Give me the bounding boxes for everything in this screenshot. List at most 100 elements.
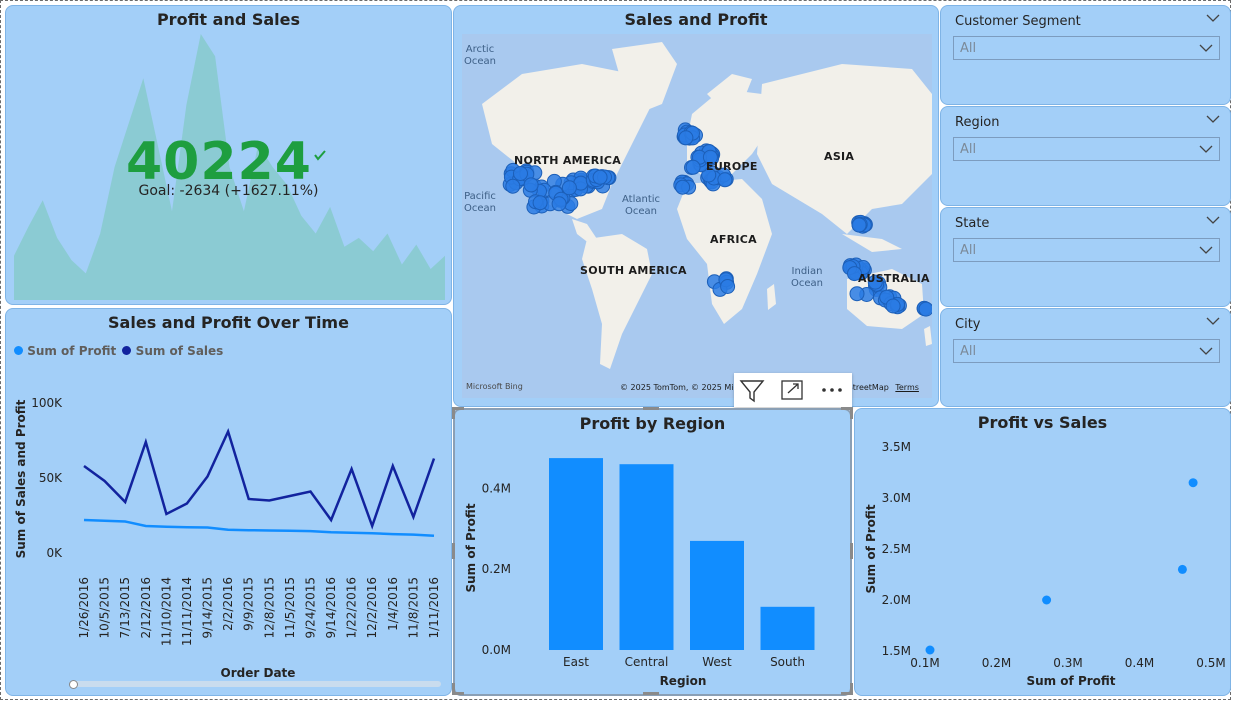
map-canvas[interactable]: Arctic Ocean Pacific Ocean Atlantic Ocea… — [462, 34, 932, 398]
slicer-label: City — [955, 317, 981, 332]
more-options-button[interactable] — [814, 373, 850, 407]
x-tick-label: 0.1M — [910, 656, 939, 670]
chevron-down-icon — [1199, 347, 1213, 355]
europe-label: EUROPE — [706, 160, 758, 173]
x-tick-label: 2/2/2016 — [221, 577, 235, 631]
slicer-city[interactable]: City All — [940, 308, 1231, 407]
resize-handle[interactable] — [850, 683, 853, 695]
map-visual[interactable]: Sales and Profit Arctic Ocean Pacific Oc… — [453, 5, 939, 407]
map-bubble — [513, 166, 528, 181]
x-tick-label: 1/4/2016 — [386, 577, 400, 631]
scrollbar-thumb-handle[interactable] — [69, 680, 78, 689]
resize-handle[interactable] — [452, 692, 464, 695]
y-tick-label: 0.2M — [482, 562, 511, 576]
y-tick-label: 2.0M — [882, 593, 911, 607]
bar-chart-visual[interactable]: Profit by Region 0.0M 0.2M 0.4M East Central… — [453, 408, 852, 696]
x-tick-label: 1/11/2016 — [427, 577, 441, 639]
report-canvas: Profit and Sales 40224 Goal: -2634 (+162… — [0, 0, 1231, 700]
y-tick-label: 50K — [39, 471, 63, 485]
focus-mode-icon — [781, 380, 803, 400]
scatter-point — [1042, 595, 1052, 605]
resize-handle[interactable] — [850, 543, 853, 559]
map-bubbles[interactable] — [462, 34, 932, 398]
scatter-chart-visual[interactable]: Profit vs Sales 1.5M 2.0M 2.5M 3.0M 3.5M 0.1M… — [854, 408, 1231, 696]
bar-central — [619, 464, 674, 650]
x-tick-label: South — [770, 655, 805, 669]
scatter-point — [925, 645, 935, 655]
x-tick-label: 0.2M — [982, 656, 1011, 670]
x-tick-label: 0.4M — [1125, 656, 1154, 670]
horizontal-scrollbar[interactable] — [69, 680, 441, 689]
x-axis-title: Sum of Profit — [1026, 674, 1115, 688]
scatter-point — [1177, 564, 1187, 574]
slicer-value: All — [960, 243, 977, 258]
x-tick-label: 11/5/2015 — [283, 577, 297, 639]
map-bubble — [717, 172, 733, 188]
slicer-region[interactable]: Region All — [940, 106, 1231, 206]
chevron-down-icon — [1199, 44, 1213, 52]
kpi-visual[interactable]: Profit and Sales 40224 Goal: -2634 (+162… — [5, 5, 452, 305]
slicer-dropdown[interactable]: All — [953, 339, 1220, 363]
pacific-ocean-label: Pacific Ocean — [464, 191, 496, 214]
bing-logo: Microsoft Bing — [466, 382, 523, 391]
bar-west — [690, 540, 744, 650]
resize-handle[interactable] — [850, 407, 853, 419]
chevron-down-icon — [1199, 145, 1213, 153]
scatter-point — [1188, 478, 1198, 488]
chevron-down-icon[interactable] — [1206, 214, 1220, 226]
scatter-chart-plot: 1.5M 2.0M 2.5M 3.0M 3.5M 0.1M 0.2M 0.3M 0.4M 0.5M… — [864, 440, 1226, 688]
atlantic-ocean-label: Atlantic Ocean — [621, 194, 661, 217]
x-tick-label: 11/8/2015 — [406, 577, 420, 639]
slicer-label: Region — [955, 115, 1000, 130]
x-tick-label: Central — [625, 655, 669, 669]
resize-handle[interactable] — [643, 407, 659, 410]
slicer-dropdown[interactable]: All — [953, 137, 1220, 161]
map-bubble — [551, 196, 567, 212]
checkmark-icon — [313, 146, 327, 165]
terms-link[interactable]: Terms — [895, 383, 919, 392]
y-axis-title: Sum of Profit — [864, 504, 878, 593]
focus-mode-button[interactable] — [774, 373, 810, 407]
y-tick-label: 1.5M — [882, 644, 911, 658]
chevron-down-icon[interactable] — [1206, 113, 1220, 125]
y-tick-label: 0.4M — [482, 481, 511, 495]
chevron-down-icon[interactable] — [1206, 12, 1220, 24]
indian-ocean-label: Indian Ocean — [791, 266, 823, 289]
x-tick-label: 9/9/2015 — [242, 577, 256, 631]
resize-handle[interactable] — [452, 407, 455, 419]
visual-header-toolbar — [734, 373, 852, 407]
map-bubble — [720, 279, 736, 294]
x-tick-label: 1/22/2016 — [345, 577, 359, 639]
australia-label: AUSTRALIA — [858, 272, 930, 285]
x-tick-label: 7/13/2015 — [118, 577, 132, 639]
bar-chart-plot: 0.0M 0.2M 0.4M East Central West South Region Su… — [464, 458, 815, 688]
map-bubble — [505, 178, 521, 194]
chevron-down-icon[interactable] — [1206, 315, 1220, 327]
y-tick-label: 0K — [46, 546, 63, 560]
y-tick-label: 3.0M — [882, 491, 911, 505]
slicer-customer-segment[interactable]: Customer Segment All — [940, 5, 1231, 105]
chevron-down-icon — [1199, 246, 1213, 254]
x-tick-label: 9/14/2016 — [324, 577, 338, 639]
slicer-label: State — [955, 216, 990, 231]
x-axis-title: Order Date — [221, 666, 296, 680]
resize-handle[interactable] — [452, 543, 455, 559]
bar-east — [549, 458, 603, 650]
resize-handle[interactable] — [643, 692, 659, 695]
map-bubble — [675, 179, 691, 195]
x-tick-label: 9/24/2015 — [303, 577, 317, 639]
map-bubble — [678, 130, 694, 146]
filter-icon — [739, 380, 765, 403]
slicer-state[interactable]: State All — [940, 207, 1231, 307]
line-series-sum-of-sales — [83, 427, 436, 530]
x-tick-label: 2/12/2016 — [139, 577, 153, 639]
filter-button[interactable] — [734, 373, 770, 407]
slicer-dropdown[interactable]: All — [953, 36, 1220, 60]
map-bubble — [851, 217, 867, 233]
slicer-dropdown[interactable]: All — [953, 238, 1220, 262]
north-america-label: NORTH AMERICA — [514, 154, 622, 167]
more-options-icon — [822, 388, 842, 392]
map-title: Sales and Profit — [624, 10, 768, 29]
y-tick-label: 3.5M — [882, 440, 911, 454]
line-chart-visual[interactable]: Sales and Profit Over Time Sum of Profit… — [5, 308, 452, 696]
